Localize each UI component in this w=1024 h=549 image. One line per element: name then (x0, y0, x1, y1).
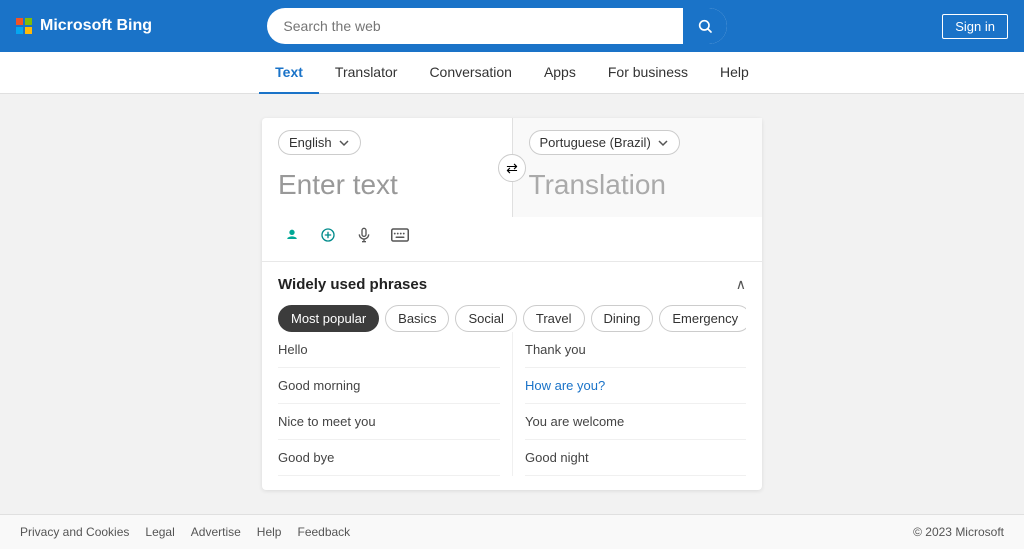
footer-feedback[interactable]: Feedback (297, 525, 350, 539)
nav-item-for-business[interactable]: For business (592, 52, 704, 94)
source-panel: English Enter text (262, 118, 513, 217)
phrase-item[interactable]: You are welcome (525, 404, 746, 440)
translator-card: English Enter text ⇄ Portuguese (Brazil)… (262, 118, 762, 490)
phrases-section: Widely used phrases ∧ Most popular Basic… (262, 262, 762, 490)
footer-legal[interactable]: Legal (145, 525, 174, 539)
footer-links: Privacy and Cookies Legal Advertise Help… (20, 525, 350, 539)
main-nav: Text Translator Conversation Apps For bu… (0, 52, 1024, 94)
phrase-col-left: Hello Good morning Nice to meet you Good… (278, 332, 512, 476)
swap-icon: ⇄ (506, 160, 518, 177)
target-language-selector[interactable]: Portuguese (Brazil) (529, 130, 680, 155)
chevron-down-icon (657, 137, 669, 149)
phrase-item[interactable]: Thank you (525, 332, 746, 368)
tab-dining[interactable]: Dining (591, 305, 654, 332)
phrase-item[interactable]: Good morning (278, 368, 500, 404)
keyboard-icon[interactable] (386, 221, 414, 249)
phrases-title: Widely used phrases (278, 276, 427, 293)
search-button[interactable] (683, 8, 727, 44)
phrase-tabs: Most popular Basics Social Travel Dining… (278, 305, 746, 332)
nav-item-translator[interactable]: Translator (319, 52, 414, 94)
logo-text: Microsoft Bing (40, 17, 152, 35)
swap-languages-button[interactable]: ⇄ (498, 154, 526, 182)
phrase-col-right: Thank you How are you? You are welcome G… (512, 332, 746, 476)
pin-icon[interactable] (278, 221, 306, 249)
tab-social[interactable]: Social (455, 305, 516, 332)
microphone-icon[interactable] (350, 221, 378, 249)
translation-placeholder: Translation (529, 169, 747, 201)
toolbar-row (262, 217, 762, 262)
nav-item-text[interactable]: Text (259, 52, 319, 94)
nav-item-apps[interactable]: Apps (528, 52, 592, 94)
footer-copyright: © 2023 Microsoft (913, 525, 1004, 539)
phrases-header: Widely used phrases ∧ (278, 276, 746, 293)
tab-basics[interactable]: Basics (385, 305, 449, 332)
tab-emergency[interactable]: Emergency (659, 305, 746, 332)
nav-item-conversation[interactable]: Conversation (413, 52, 528, 94)
nav-item-help[interactable]: Help (704, 52, 765, 94)
chevron-down-icon (338, 137, 350, 149)
copy-icon[interactable] (314, 221, 342, 249)
main-content: English Enter text ⇄ Portuguese (Brazil)… (0, 94, 1024, 514)
source-language-selector[interactable]: English (278, 130, 361, 155)
tab-most-popular[interactable]: Most popular (278, 305, 379, 332)
sign-in-button[interactable]: Sign in (942, 14, 1008, 39)
footer: Privacy and Cookies Legal Advertise Help… (0, 514, 1024, 549)
logo-area: Microsoft Bing (16, 17, 152, 35)
search-input[interactable] (267, 8, 727, 44)
phrase-item[interactable]: Good night (525, 440, 746, 476)
phrase-item[interactable]: Nice to meet you (278, 404, 500, 440)
microsoft-logo-icon (16, 18, 32, 34)
search-icon (697, 18, 713, 34)
phrase-list: Hello Good morning Nice to meet you Good… (278, 332, 746, 476)
translator-panels: English Enter text ⇄ Portuguese (Brazil)… (262, 118, 762, 217)
footer-help[interactable]: Help (257, 525, 282, 539)
phrase-item[interactable]: How are you? (525, 368, 746, 404)
phrase-item[interactable]: Good bye (278, 440, 500, 476)
collapse-phrases-button[interactable]: ∧ (736, 276, 746, 293)
footer-advertise[interactable]: Advertise (191, 525, 241, 539)
phrase-item[interactable]: Hello (278, 332, 500, 368)
tab-travel[interactable]: Travel (523, 305, 585, 332)
enter-text-placeholder[interactable]: Enter text (278, 169, 496, 201)
footer-privacy[interactable]: Privacy and Cookies (20, 525, 129, 539)
header: Microsoft Bing Sign in (0, 0, 1024, 52)
search-bar (267, 8, 727, 44)
target-panel: Portuguese (Brazil) Translation (513, 118, 763, 217)
